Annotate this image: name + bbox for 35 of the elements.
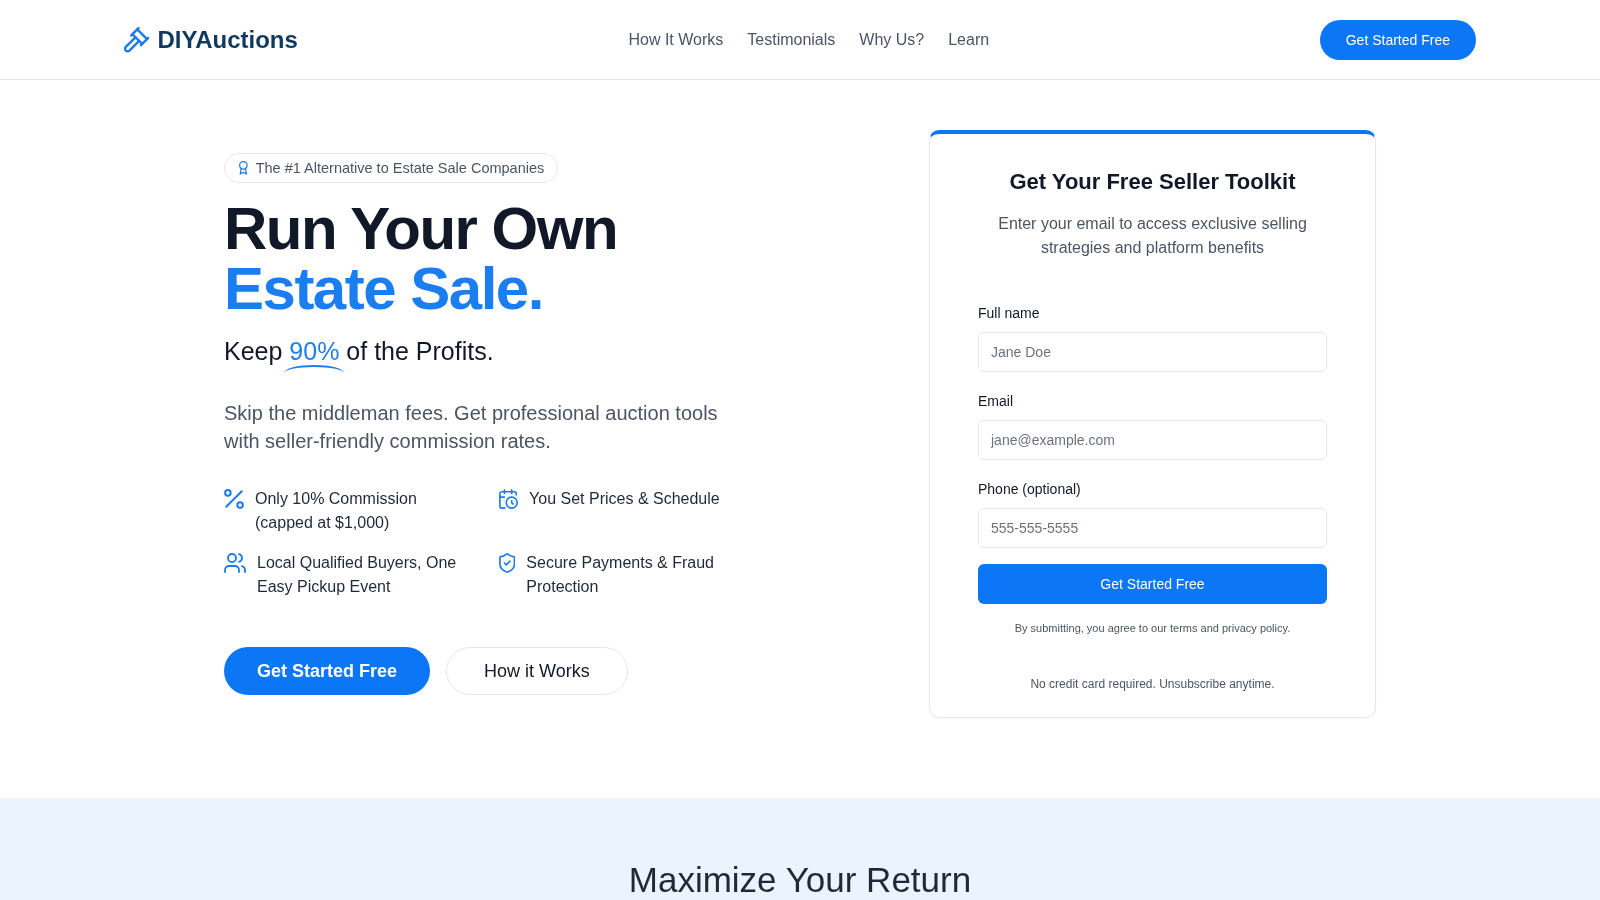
feature-text: You Set Prices & Schedule bbox=[529, 489, 721, 509]
badge-text: The #1 Alternative to Estate Sale Companies bbox=[255, 159, 545, 177]
feature-text: Secure Payments & Fraud Protection bbox=[526, 553, 715, 597]
nav-link[interactable]: Learn bbox=[948, 28, 990, 51]
signup-title: Get Your Free Seller Toolkit bbox=[1008, 168, 1297, 196]
terms-text: By submitting, you agree to our terms and privacy policy. bbox=[1014, 621, 1291, 636]
signup-subtitle: Enter your email to access exclusive selling strategies and platform benefits bbox=[997, 214, 1308, 258]
input-field[interactable]: 555-555-5555 bbox=[978, 508, 1327, 548]
field-label: Full name bbox=[978, 304, 1040, 323]
get-started-button[interactable]: Get Started Free bbox=[1319, 19, 1476, 60]
input-field[interactable]: Jane Doe bbox=[978, 332, 1327, 372]
hero-description: Skip the middleman fees. Get professional auction tools with seller-friendly commission rates. bbox=[224, 401, 719, 454]
get-started-button[interactable]: Get Started Free bbox=[224, 647, 431, 695]
field-label: Phone (optional) bbox=[978, 480, 1081, 499]
users-icon bbox=[224, 553, 246, 573]
section-heading: Maximize Your Return bbox=[628, 862, 972, 898]
feature-text: Local Qualified Buyers, One Easy Pickup Event bbox=[257, 553, 458, 597]
award-icon bbox=[239, 161, 248, 175]
note-text: No credit card required. Unsubscribe anytime. bbox=[1030, 676, 1275, 692]
hero-subheadline: Keep 90% of the Profits. bbox=[224, 335, 494, 373]
nav-link[interactable]: Why Us? bbox=[859, 28, 925, 51]
calendar-clock-icon bbox=[499, 489, 519, 509]
gavel-icon bbox=[124, 26, 150, 53]
headline-line: Run Your Own bbox=[224, 199, 618, 259]
submit-button[interactable]: Get Started Free bbox=[978, 564, 1327, 604]
shield-check-icon bbox=[499, 553, 516, 573]
field-label: Email bbox=[978, 392, 1013, 411]
nav-link[interactable]: Testimonials bbox=[747, 28, 836, 51]
feature-text: Only 10% Commission (capped at $1,000) bbox=[255, 489, 418, 533]
percent-icon bbox=[224, 489, 244, 509]
nav-link[interactable]: How It Works bbox=[628, 28, 724, 51]
brand-name[interactable]: DIYAuctions bbox=[157, 24, 298, 55]
how-it-works-button[interactable]: How it Works bbox=[446, 647, 628, 695]
headline-line: Estate Sale. bbox=[224, 259, 543, 319]
input-field[interactable]: jane@example.com bbox=[978, 420, 1327, 460]
